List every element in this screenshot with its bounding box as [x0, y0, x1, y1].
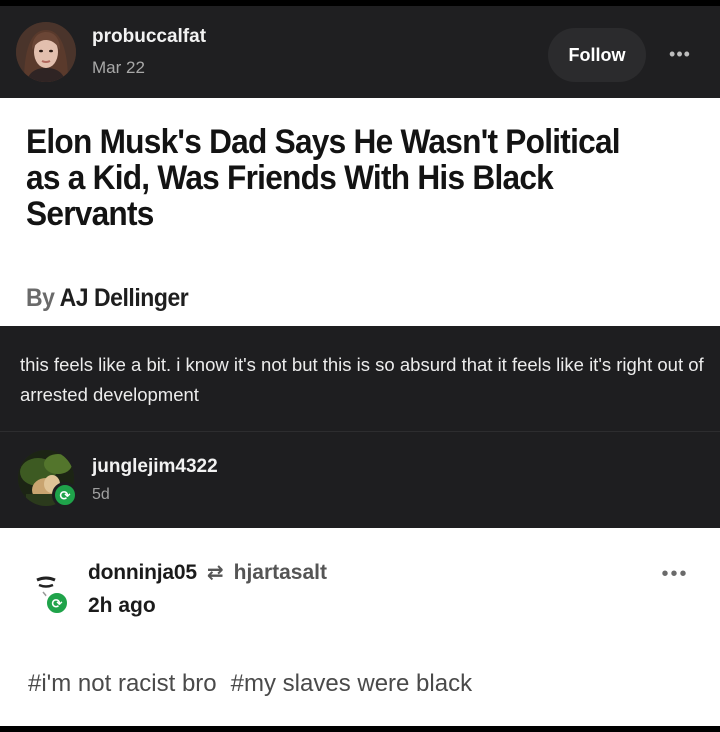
reblog-card: ⟳ donninja05 ⇄ hjartasalt 2h ago ••• #i'…: [0, 528, 720, 726]
original-post-header: probuccalfat Mar 22 Follow •••: [0, 6, 720, 98]
reblogger-row: ⟳ junglejim4322 5d: [0, 432, 720, 528]
article-byline: By AJ Dellinger: [26, 284, 189, 313]
reblog-icon: ⇄: [206, 562, 224, 584]
more-horizontal-icon[interactable]: •••: [656, 563, 694, 585]
timestamp: 5d: [92, 486, 110, 503]
reblog-icon: ⟳: [52, 482, 78, 508]
post-date: Mar 22: [92, 58, 145, 77]
reblog-icon: ⟳: [44, 590, 70, 616]
source-username[interactable]: hjartasalt: [234, 561, 327, 585]
tag[interactable]: #i'm not racist bro: [28, 670, 217, 698]
username[interactable]: donninja05: [88, 561, 197, 585]
article-card[interactable]: Elon Musk's Dad Says He Wasn't Political…: [0, 98, 720, 326]
tag[interactable]: #my slaves were black: [231, 670, 472, 698]
profile-photo-icon: [16, 22, 76, 82]
username[interactable]: probuccalfat: [92, 26, 206, 48]
post-comment: this feels like a bit. i know it's not b…: [0, 326, 720, 432]
comment-text: this feels like a bit. i know it's not b…: [20, 354, 704, 405]
byline-author: AJ Dellinger: [59, 284, 189, 312]
article-headline: Elon Musk's Dad Says He Wasn't Political…: [26, 123, 621, 233]
reblog-attribution: donninja05 ⇄ hjartasalt: [88, 560, 327, 585]
follow-button[interactable]: Follow: [548, 28, 646, 82]
byline-prefix: By: [26, 284, 55, 312]
avatar[interactable]: [16, 22, 76, 82]
tag-list: #i'm not racist bro #my slaves were blac…: [28, 670, 472, 698]
username[interactable]: junglejim4322: [92, 456, 218, 478]
more-horizontal-icon[interactable]: •••: [664, 44, 696, 64]
timestamp: 2h ago: [88, 594, 156, 617]
